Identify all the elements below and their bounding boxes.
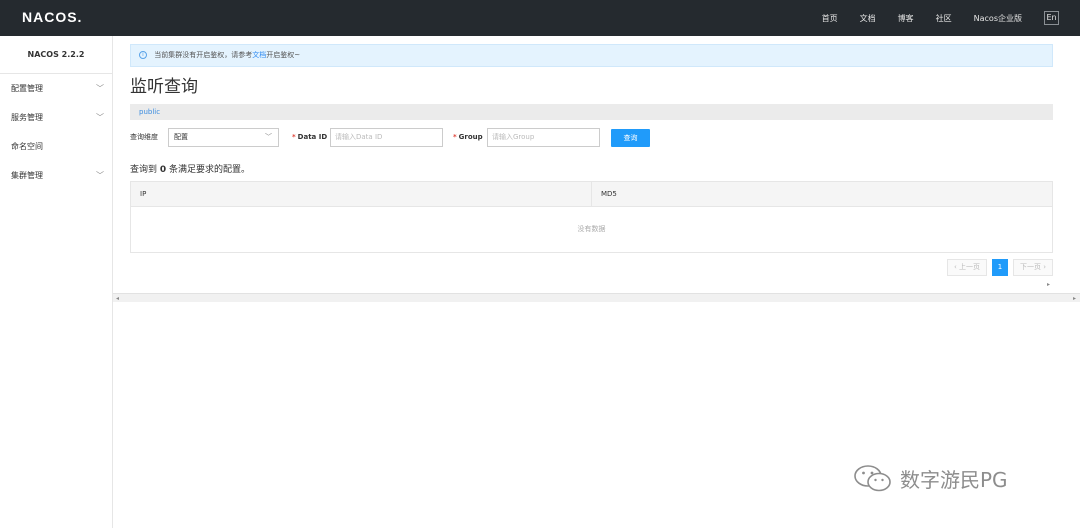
chevron-down-icon: ﹀ [96, 171, 104, 180]
query-button[interactable]: 查询 [611, 129, 650, 147]
nav-community-link[interactable]: 社区 [936, 13, 952, 24]
watermark: 数字游民PG [852, 463, 1008, 493]
watermark-text: 数字游民PG [900, 467, 1008, 492]
sidebar-item-config-management[interactable]: 配置管理 ﹀ [0, 74, 112, 103]
auth-notice: i 当前集群没有开启鉴权，请参考文档开启鉴权~ [130, 44, 1053, 67]
nav-docs-link[interactable]: 文档 [860, 13, 876, 24]
required-mark: * [453, 133, 457, 141]
dataid-input[interactable]: 请输入Data ID [330, 128, 443, 147]
empty-state: 没有数据 [577, 225, 606, 233]
required-mark: * [292, 133, 296, 141]
chevron-down-icon: ﹀ [265, 133, 272, 141]
sidebar-item-label: 服务管理 [11, 113, 43, 122]
chevron-down-icon: ﹀ [96, 84, 104, 93]
result-summary: 查询到 0 条满足要求的配置。 [130, 162, 250, 175]
namespace-bar: public [130, 104, 1053, 120]
page-number-current[interactable]: 1 [991, 259, 1008, 276]
sidebar-item-label: 配置管理 [11, 84, 43, 93]
column-header-ip: IP [131, 182, 592, 206]
result-prefix: 查询到 [130, 165, 158, 175]
sidebar-item-label: 集群管理 [11, 171, 43, 180]
dimension-label: 查询维度 [130, 133, 158, 141]
info-icon: i [139, 51, 147, 59]
scroll-arrow-icon[interactable]: ▸ [1047, 281, 1050, 288]
table-header: IP MD5 [131, 182, 1052, 207]
result-suffix: 条满足要求的配置。 [169, 165, 251, 175]
dimension-select-value: 配置 [174, 133, 188, 141]
dimension-select[interactable]: 配置 ﹀ [168, 128, 279, 147]
group-input[interactable]: 请输入Group [487, 128, 600, 147]
group-label-text: Group [458, 133, 483, 141]
top-nav: 首页 文档 博客 社区 Nacos企业版 En [822, 0, 1080, 36]
group-label: * Group [453, 128, 483, 147]
result-count: 0 [159, 165, 167, 175]
prev-page-button[interactable]: ‹ 上一页 [946, 259, 987, 276]
namespace-tab-public[interactable]: public [139, 108, 160, 116]
horizontal-scrollbar[interactable]: ◂ ▸ [113, 293, 1080, 302]
scroll-right-icon[interactable]: ▸ [1073, 294, 1076, 303]
dataid-label-text: Data ID [297, 133, 328, 141]
nav-enterprise-link[interactable]: Nacos企业版 [974, 13, 1022, 24]
nacos-logo[interactable]: NACOS. [22, 9, 82, 25]
query-form: 查询维度 配置 ﹀ * Data ID 请输入Data ID * Group 请输入… [130, 128, 1053, 148]
notice-text: 当前集群没有开启鉴权，请参考 [154, 51, 253, 59]
sidebar-item-service-management[interactable]: 服务管理 ﹀ [0, 103, 112, 132]
sidebar-item-label: 命名空间 [11, 142, 43, 151]
notice-text-suffix: 开启鉴权~ [266, 51, 301, 59]
column-header-md5: MD5 [601, 190, 617, 198]
dataid-label: * Data ID [292, 128, 327, 147]
chevron-down-icon: ﹀ [96, 113, 104, 122]
notice-docs-link[interactable]: 文档 [252, 51, 266, 59]
pagination: ‹ 上一页 1 下一页 › [946, 259, 1053, 276]
language-switch[interactable]: En [1044, 11, 1059, 25]
sidebar-item-cluster-management[interactable]: 集群管理 ﹀ [0, 161, 112, 190]
sidebar-item-namespace[interactable]: 命名空间 [0, 132, 112, 161]
wechat-icon [852, 463, 894, 493]
page-title: 监听查询 [130, 77, 198, 97]
nav-blog-link[interactable]: 博客 [898, 13, 914, 24]
sidebar: NACOS 2.2.2 配置管理 ﹀ 服务管理 ﹀ 命名空间 集群管理 ﹀ [0, 36, 113, 528]
listener-table: IP MD5 没有数据 [130, 181, 1053, 253]
nav-home-link[interactable]: 首页 [822, 13, 838, 24]
next-page-button[interactable]: 下一页 › [1012, 259, 1053, 276]
version-label: NACOS 2.2.2 [0, 36, 112, 74]
top-navbar: NACOS. 首页 文档 博客 社区 Nacos企业版 En [0, 0, 1080, 36]
scroll-left-icon[interactable]: ◂ [116, 294, 119, 303]
